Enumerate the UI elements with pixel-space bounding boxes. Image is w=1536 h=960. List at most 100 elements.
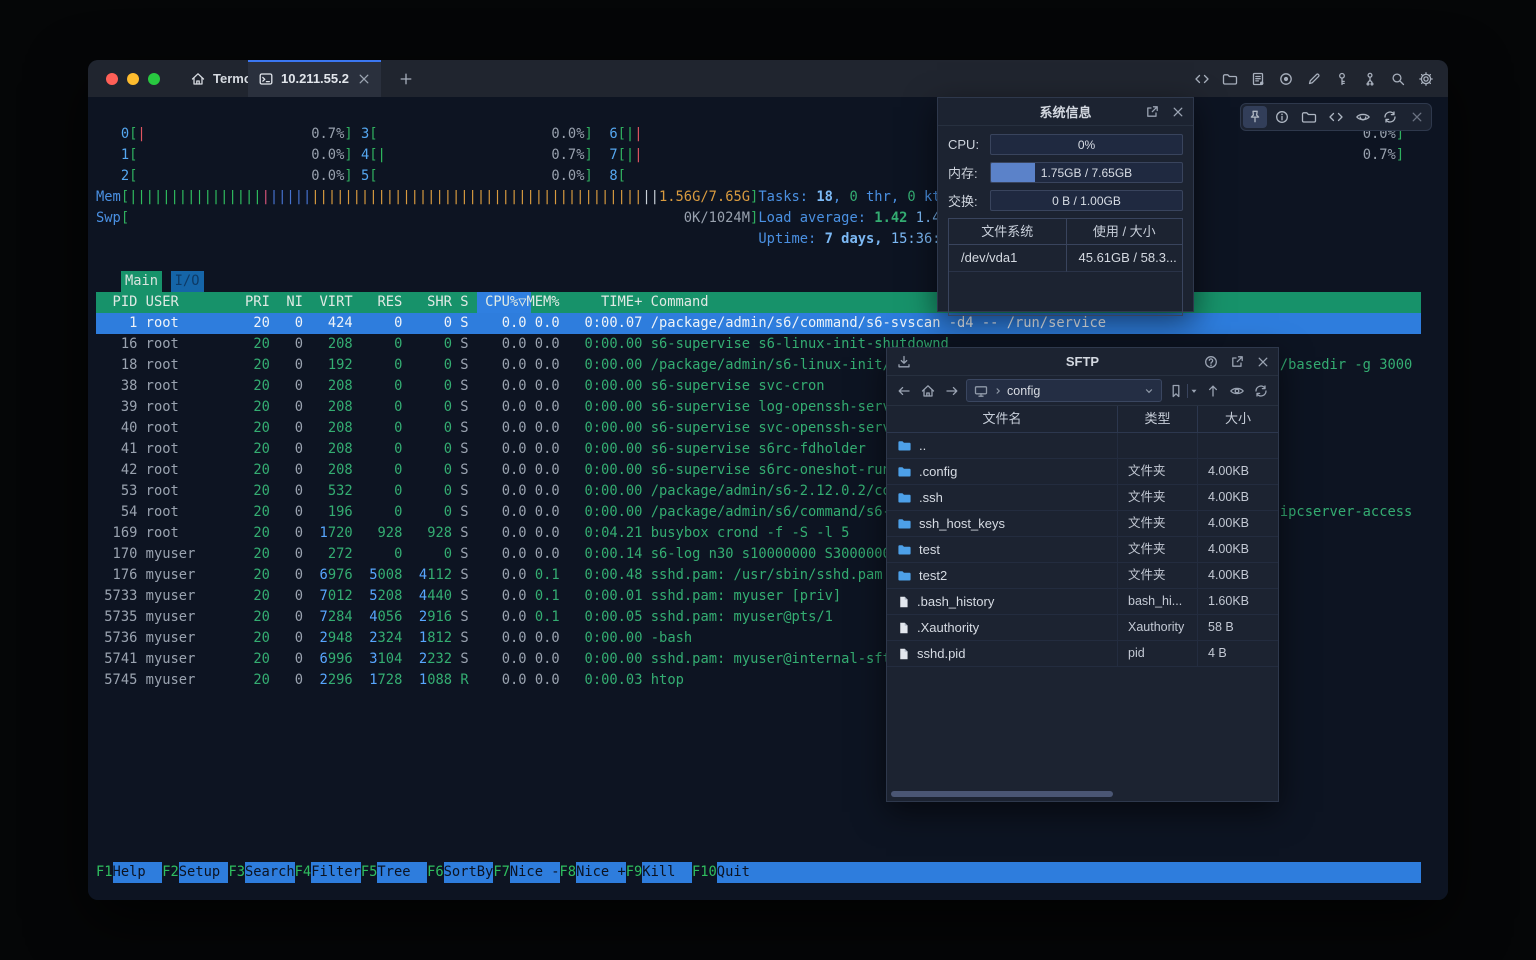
mem-meter: Mem[||||||||||||||||||||||||||||||||||||… [96,187,758,208]
chevron-down-icon[interactable] [1143,385,1155,397]
file-size: 4.00KB [1197,563,1278,589]
sftp-file-row[interactable]: .ssh文件夹4.00KB [887,485,1278,511]
process-row[interactable]: 39 root 20 0 208 0 0 S 0.0 0.0 0:00.00 s… [96,397,907,418]
sftp-file-row[interactable]: .XauthorityXauthority58 B [887,615,1278,641]
forward-icon[interactable] [942,381,962,401]
zoom-window-button[interactable] [148,73,160,85]
process-row[interactable]: 38 root 20 0 208 0 0 S 0.0 0.0 0:00.00 s… [96,376,825,397]
path-breadcrumb[interactable]: config [966,379,1162,402]
sftp-file-row[interactable]: test文件夹4.00KB [887,537,1278,563]
file-icon [897,647,910,661]
file-type: 文件夹 [1117,563,1197,589]
metric-label: 内存: [948,163,990,182]
code-icon[interactable] [1193,70,1210,87]
sftp-column-header[interactable]: 类型 [1117,406,1197,432]
open-in-window-icon[interactable] [1143,103,1161,121]
process-table-header: PID USER PRI NI VIRT RES SHR S CPU%▽MEM%… [96,292,709,313]
current-path: config [1007,384,1040,398]
sftp-titlebar: SFTP [887,348,1278,376]
fkey-f4: F4 [295,862,312,883]
fkey-button-search[interactable]: Search [245,862,295,883]
fkey-button-nice+[interactable]: Nice + [576,862,626,883]
process-row[interactable]: 16 root 20 0 208 0 0 S 0.0 0.0 0:00.00 s… [96,334,949,355]
fkey-button-sortby[interactable]: SortBy [444,862,494,883]
fkey-button-help[interactable]: Help [113,862,163,883]
sftp-file-row[interactable]: .config文件夹4.00KB [887,459,1278,485]
process-row[interactable]: 5741 myuser 20 0 6996 3104 2232 S 0.0 0.… [96,649,899,670]
close-icon[interactable] [1169,103,1187,121]
htop-tab-main[interactable]: Main [121,271,162,292]
key-icon[interactable] [1333,70,1350,87]
fkey-button-kill[interactable]: Kill [642,862,692,883]
log-icon[interactable] [1249,70,1266,87]
process-row[interactable]: 42 root 20 0 208 0 0 S 0.0 0.0 0:00.00 s… [96,460,916,481]
fkey-f2: F2 [162,862,179,883]
sftp-column-header[interactable]: 文件名 [887,406,1117,432]
process-row[interactable]: 5733 myuser 20 0 7012 5208 4440 S 0.0 0.… [96,586,841,607]
file-type: 文件夹 [1117,459,1197,485]
sysinfo-metric-row: 交换:0 B / 1.00GB [948,190,1183,211]
sftp-file-row[interactable]: .. [887,433,1278,459]
process-row[interactable]: 40 root 20 0 208 0 0 S 0.0 0.0 0:00.00 s… [96,418,907,439]
pin-icon[interactable] [1243,106,1267,128]
process-row[interactable]: 5745 myuser 20 0 2296 1728 1088 R 0.0 0.… [96,670,684,691]
parent-dir-icon[interactable] [1203,381,1223,401]
fkey-button-nice[interactable]: Nice - [510,862,560,883]
close-window-button[interactable] [106,73,118,85]
folder-icon [897,542,912,557]
help-icon[interactable] [1202,353,1220,371]
back-icon[interactable] [894,381,914,401]
close-tab-icon[interactable] [356,71,372,87]
sftp-file-list: ...config文件夹4.00KB.ssh文件夹4.00KBssh_host_… [887,433,1278,667]
refresh-icon[interactable] [1378,106,1402,128]
process-row[interactable]: 1 root 20 0 424 0 0 S 0.0 0.0 0:00.07 /p… [96,313,1106,334]
code-icon[interactable] [1324,106,1348,128]
show-hidden-icon[interactable] [1227,381,1247,401]
folder-icon[interactable] [1297,106,1321,128]
titlebar-toolbar [1193,60,1434,97]
nvidia-icon[interactable] [1351,106,1375,128]
fkey-button-tree[interactable]: Tree [377,862,427,883]
file-size: 1.60KB [1197,589,1278,615]
fkey-button-filter[interactable]: Filter [311,862,361,883]
session-tab[interactable]: 10.211.55.2 [248,60,381,97]
filesystem-table: 文件系统使用 / 大小/dev/vda145.61GB / 58.3... [948,218,1183,316]
fkey-button-setup[interactable]: Setup [179,862,229,883]
folder-icon [897,464,912,479]
process-row[interactable]: 5735 myuser 20 0 7284 4056 2916 S 0.0 0.… [96,607,833,628]
close-icon[interactable] [1405,106,1429,128]
file-icon [897,621,910,635]
sftp-file-row[interactable]: ssh_host_keys文件夹4.00KB [887,511,1278,537]
file-name: .. [919,433,926,458]
sftp-column-headers: 文件名类型大小 [887,406,1278,433]
htop-tab-io[interactable]: I/O [171,271,204,292]
file-name: sshd.pid [917,641,965,666]
process-row[interactable]: 169 root 20 0 1720 928 928 S 0.0 0.0 0:0… [96,523,849,544]
sftp-column-header[interactable]: 大小 [1197,406,1278,432]
horizontal-scrollbar[interactable] [891,791,1113,797]
minimize-window-button[interactable] [127,73,139,85]
new-tab-button[interactable] [393,66,419,92]
info-icon[interactable] [1270,106,1294,128]
fkey-f7: F7 [493,862,510,883]
file-size: 58 B [1197,615,1278,641]
bookmark-icon[interactable] [1166,381,1186,401]
keychain-icon[interactable] [1361,70,1378,87]
close-icon[interactable] [1254,353,1272,371]
home-icon[interactable] [918,381,938,401]
open-in-window-icon[interactable] [1228,353,1246,371]
sftp-file-row[interactable]: test2文件夹4.00KB [887,563,1278,589]
fs-column-header: 文件系统 [949,219,1066,245]
folder-icon[interactable] [1221,70,1238,87]
fkey-button-quit[interactable]: Quit [717,862,767,883]
record-icon[interactable] [1277,70,1294,87]
settings-icon[interactable] [1417,70,1434,87]
search-icon[interactable] [1389,70,1406,87]
sftp-file-row[interactable]: sshd.pidpid4 B [887,641,1278,667]
bookmark-caret-icon[interactable] [1189,386,1199,396]
process-row[interactable]: 5736 myuser 20 0 2948 2324 1812 S 0.0 0.… [96,628,692,649]
refresh-icon[interactable] [1251,381,1271,401]
sftp-file-row[interactable]: .bash_historybash_hi...1.60KB [887,589,1278,615]
process-row[interactable]: 41 root 20 0 208 0 0 S 0.0 0.0 0:00.00 s… [96,439,866,460]
edit-icon[interactable] [1305,70,1322,87]
